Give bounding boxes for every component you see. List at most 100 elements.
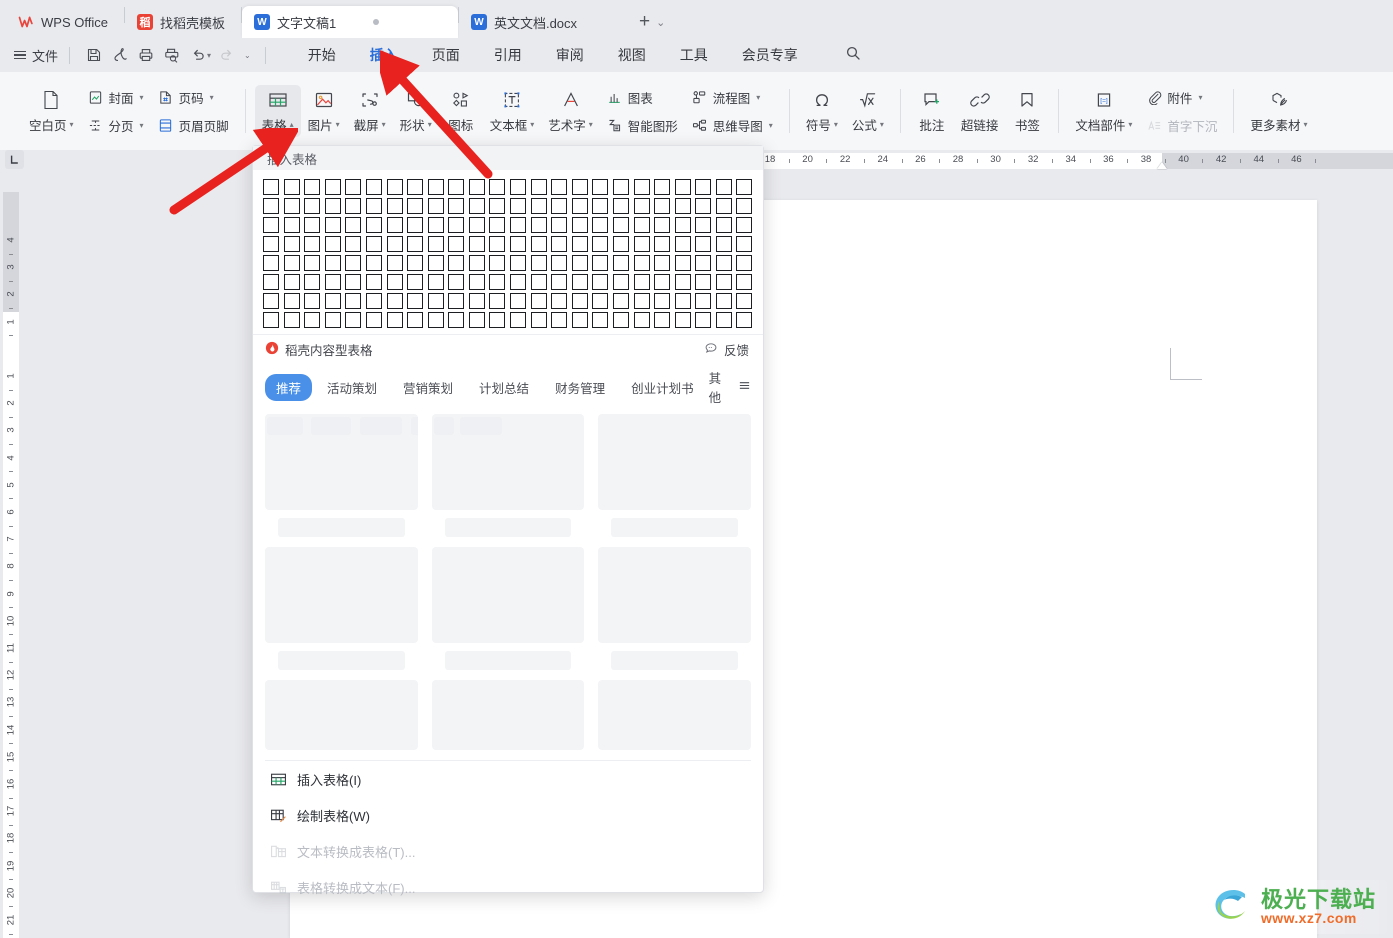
table-grid-cell-7x24[interactable] <box>736 293 753 309</box>
table-grid-cell-3x17[interactable] <box>592 217 609 233</box>
table-grid-cell-7x21[interactable] <box>674 293 691 309</box>
table-grid-cell-5x19[interactable] <box>633 255 650 271</box>
table-grid-cell-5x4[interactable] <box>324 255 341 271</box>
ribbon-cover-button[interactable]: 封面 ▾ <box>81 85 151 110</box>
table-grid-cell-3x18[interactable] <box>612 217 629 233</box>
table-grid-cell-7x22[interactable] <box>695 293 712 309</box>
category-tab-marketing-planning[interactable]: 营销策划 <box>392 374 464 401</box>
chevron-down-icon[interactable]: ▾ <box>1198 93 1202 102</box>
table-grid-cell-7x14[interactable] <box>530 293 547 309</box>
ribbon-tab-tools[interactable]: 工具 <box>663 41 725 69</box>
table-grid-cell-6x16[interactable] <box>571 274 588 290</box>
table-grid-cell-4x4[interactable] <box>324 236 341 252</box>
table-grid-cell-5x11[interactable] <box>468 255 485 271</box>
table-grid-cell-2x17[interactable] <box>592 198 609 214</box>
table-grid-cell-6x18[interactable] <box>612 274 629 290</box>
table-grid-cell-2x9[interactable] <box>427 198 444 214</box>
table-grid-cell-6x3[interactable] <box>304 274 321 290</box>
chevron-down-icon[interactable]: ▾ <box>428 120 432 129</box>
table-grid-cell-4x18[interactable] <box>612 236 629 252</box>
table-grid-cell-4x15[interactable] <box>551 236 568 252</box>
insert-table-dropdown-panel[interactable]: 插入表格 稻壳内容型表格 反馈 推荐 活动策划 营销策划 计划总结 财务管理 创… <box>252 145 764 896</box>
table-grid-cell-8x13[interactable] <box>510 312 526 328</box>
table-grid-cell-8x12[interactable] <box>489 312 506 328</box>
table-grid-cell-8x16[interactable] <box>571 312 588 328</box>
table-grid-cell-7x15[interactable] <box>551 293 568 309</box>
ribbon-tab-review[interactable]: 审阅 <box>539 41 601 69</box>
table-grid-cell-3x10[interactable] <box>448 217 465 233</box>
table-grid-cell-4x22[interactable] <box>695 236 712 252</box>
table-grid-cell-4x7[interactable] <box>386 236 403 252</box>
table-grid-cell-3x9[interactable] <box>427 217 444 233</box>
table-grid-cell-2x21[interactable] <box>674 198 691 214</box>
chevron-down-icon[interactable]: ▾ <box>70 120 74 129</box>
table-grid-cell-8x10[interactable] <box>448 312 465 328</box>
ribbon-table-button[interactable]: 表格 ▴ <box>254 85 301 137</box>
table-grid-cell-1x1[interactable] <box>263 179 279 195</box>
table-grid-cell-1x20[interactable] <box>654 179 671 195</box>
table-grid-cell-2x20[interactable] <box>654 198 671 214</box>
tab-stop-selector[interactable] <box>5 150 24 169</box>
table-grid-cell-7x10[interactable] <box>448 293 465 309</box>
feedback-button[interactable]: 反馈 <box>704 340 749 359</box>
table-grid-cell-4x11[interactable] <box>468 236 485 252</box>
table-grid-cell-2x13[interactable] <box>510 198 526 214</box>
table-grid-cell-4x17[interactable] <box>592 236 609 252</box>
table-grid-cell-2x15[interactable] <box>551 198 568 214</box>
tab-english-docx[interactable]: W 英文文档.docx <box>458 6 629 38</box>
ribbon-bookmark-button[interactable]: 书签 <box>1005 85 1049 137</box>
ribbon-textbox-button[interactable]: 文本框 ▾ <box>483 85 542 137</box>
menu-item-draw-table[interactable]: 绘制表格(W) <box>253 797 763 833</box>
table-grid-cell-1x23[interactable] <box>715 179 732 195</box>
table-grid-cell-2x12[interactable] <box>489 198 506 214</box>
ribbon-blank-page-button[interactable]: 空白页 ▾ <box>22 85 81 137</box>
table-grid-cell-2x3[interactable] <box>304 198 321 214</box>
undo-chevron-down-icon[interactable]: ▾ <box>207 51 211 60</box>
search-icon[interactable] <box>845 45 861 66</box>
ribbon-hyperlink-button[interactable]: 超链接 <box>954 85 1006 137</box>
table-grid-cell-3x16[interactable] <box>571 217 588 233</box>
table-grid-cell-8x8[interactable] <box>407 312 424 328</box>
table-grid-cell-8x22[interactable] <box>695 312 712 328</box>
table-grid-cell-3x5[interactable] <box>345 217 362 233</box>
table-grid-cell-6x14[interactable] <box>530 274 547 290</box>
table-grid-cell-1x5[interactable] <box>345 179 362 195</box>
table-grid-cell-6x9[interactable] <box>427 274 444 290</box>
tab-wenzi-wengao1[interactable]: W 文字文稿1 <box>241 6 458 38</box>
table-grid-cell-7x11[interactable] <box>468 293 485 309</box>
table-grid-cell-1x2[interactable] <box>283 179 300 195</box>
table-grid-cell-5x14[interactable] <box>530 255 547 271</box>
ribbon-tab-reference[interactable]: 引用 <box>477 41 539 69</box>
category-tab-finance[interactable]: 财务管理 <box>544 374 616 401</box>
table-grid-cell-4x9[interactable] <box>427 236 444 252</box>
table-grid-cell-6x8[interactable] <box>407 274 424 290</box>
ribbon-attachment-button[interactable]: 附件 ▾ <box>1139 85 1224 110</box>
table-grid-cell-1x15[interactable] <box>551 179 568 195</box>
table-grid-cell-3x7[interactable] <box>386 217 403 233</box>
table-grid-cell-3x22[interactable] <box>695 217 712 233</box>
table-grid-cell-5x5[interactable] <box>345 255 362 271</box>
table-grid-cell-7x20[interactable] <box>654 293 671 309</box>
table-grid-cell-3x3[interactable] <box>304 217 321 233</box>
table-grid-cell-4x10[interactable] <box>448 236 465 252</box>
table-grid-cell-2x5[interactable] <box>345 198 362 214</box>
table-grid-cell-3x13[interactable] <box>510 217 526 233</box>
table-grid-cell-7x2[interactable] <box>283 293 300 309</box>
table-grid-cell-3x12[interactable] <box>489 217 506 233</box>
table-grid-cell-8x5[interactable] <box>345 312 362 328</box>
table-grid-cell-1x13[interactable] <box>510 179 526 195</box>
table-grid-cell-8x19[interactable] <box>633 312 650 328</box>
table-grid-cell-5x13[interactable] <box>510 255 526 271</box>
table-grid-cell-2x2[interactable] <box>283 198 300 214</box>
ribbon-page-break-button[interactable]: 分页 ▾ <box>81 113 151 138</box>
table-grid-cell-1x4[interactable] <box>324 179 341 195</box>
table-grid-cell-7x5[interactable] <box>345 293 362 309</box>
ribbon-flowchart-button[interactable]: 流程图 ▾ <box>685 85 780 110</box>
print-icon[interactable] <box>133 43 159 67</box>
table-grid-cell-7x13[interactable] <box>510 293 526 309</box>
table-grid-cell-3x14[interactable] <box>530 217 547 233</box>
table-grid-cell-7x19[interactable] <box>633 293 650 309</box>
wps-office-home-tab[interactable]: WPS Office <box>6 6 124 38</box>
table-grid-cell-1x12[interactable] <box>489 179 506 195</box>
table-grid-cell-4x14[interactable] <box>530 236 547 252</box>
